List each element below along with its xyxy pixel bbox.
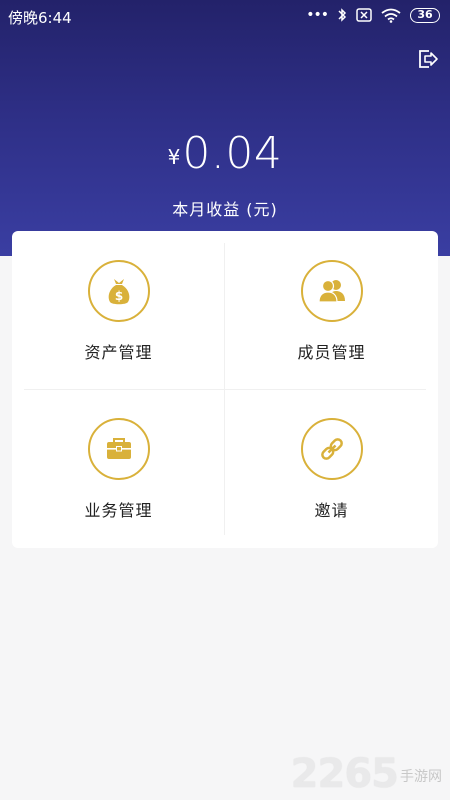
watermark-text: 手游网 <box>400 769 442 785</box>
invite-button[interactable]: 邀请 <box>225 389 438 547</box>
asset-management-button[interactable]: $ 资产管理 <box>12 231 225 389</box>
battery-indicator: 36 <box>410 7 440 23</box>
briefcase-icon <box>87 418 150 480</box>
money-bag-icon: $ <box>87 260 150 322</box>
logout-button[interactable] <box>416 47 440 71</box>
bluetooth-icon <box>338 8 347 22</box>
watermark-number: 2265 <box>290 751 399 797</box>
member-management-label: 成员管理 <box>297 343 366 362</box>
menu-card: $ 资产管理 成员管理 业务管理 邀请 <box>12 231 438 548</box>
asset-management-label: 资产管理 <box>84 343 153 362</box>
member-management-button[interactable]: 成员管理 <box>225 231 438 389</box>
status-icons: ••• 36 <box>306 7 440 23</box>
earnings-label: 本月收益 (元) <box>172 200 278 219</box>
wifi-icon <box>381 8 401 23</box>
members-icon <box>300 260 363 322</box>
svg-text:$: $ <box>114 289 122 303</box>
earnings-value: ¥0.04 <box>0 128 450 179</box>
invite-label: 邀请 <box>314 501 349 520</box>
link-icon <box>300 418 363 480</box>
watermark-logo: 2265 手游网 <box>291 754 442 794</box>
earnings-amount: 0.04 <box>182 128 283 179</box>
logout-icon <box>419 50 438 68</box>
status-bar: 傍晚6:44 ••• 36 <box>0 0 450 34</box>
more-dots-icon: ••• <box>306 7 329 23</box>
business-management-label: 业务管理 <box>84 501 153 520</box>
sim-off-icon <box>356 8 372 22</box>
status-time: 傍晚6:44 <box>8 9 72 27</box>
currency-symbol: ¥ <box>167 145 181 169</box>
business-management-button[interactable]: 业务管理 <box>12 389 225 547</box>
